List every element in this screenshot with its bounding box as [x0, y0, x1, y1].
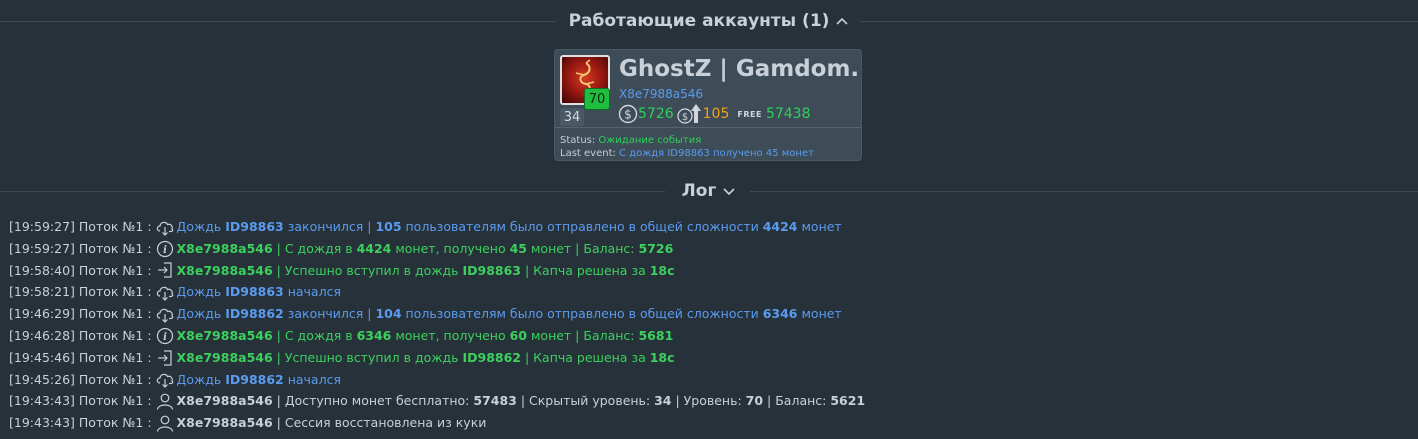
cloud-icon: [155, 305, 175, 323]
log-list: [19:59:27] Поток №1 : Дождь ID98863 законч…: [9, 216, 865, 434]
svg-text:i: i: [163, 332, 167, 343]
log-entry: [19:58:21] Поток №1 : Дождь ID98863 началс…: [9, 281, 865, 303]
coin-up-icon: $: [676, 104, 701, 124]
log-thread: Поток №1 :: [78, 327, 152, 343]
log-message: Дождь ID98862 закончился | 104 пользоват…: [176, 306, 842, 322]
last-event-label: Last event:: [560, 148, 616, 159]
divider: [0, 191, 665, 192]
log-thread: Поток №1 :: [78, 349, 152, 365]
info-icon: i: [155, 240, 175, 258]
coins-row: $ 5726 $ 105 FREE 57438: [618, 103, 810, 125]
log-entry: [19:45:46] Поток №1 : X8e7988a546 | Успешн…: [9, 347, 865, 369]
free-label: FREE: [737, 109, 762, 119]
log-timestamp: [19:43:43]: [9, 393, 75, 409]
log-timestamp: [19:45:26]: [9, 371, 75, 387]
log-entry: [19:46:28] Поток №1 : i X8e7988a546 | С дож…: [9, 325, 865, 347]
cloud-icon: [155, 283, 175, 302]
log-section-header[interactable]: Лог: [0, 180, 1418, 202]
log-timestamp: [19:46:28]: [9, 327, 75, 343]
account-id[interactable]: X8e7988a546: [619, 87, 703, 101]
last-event-value: С дождя ID98863 получено 45 монет: [619, 148, 814, 159]
log-thread: Поток №1 :: [78, 219, 152, 234]
enter-icon: [155, 261, 175, 279]
accounts-section-title: Работающие аккаунты (1): [568, 11, 830, 31]
log-timestamp: [19:45:46]: [9, 349, 75, 365]
log-entry: [19:58:40] Поток №1 : X8e7988a546 | Успешн…: [9, 260, 865, 282]
accounts-section-header[interactable]: Работающие аккаунты (1): [0, 10, 1418, 32]
status-value: Ожидание события: [598, 135, 702, 146]
svg-text:i: i: [163, 245, 167, 256]
account-name: GhostZ | Gamdom...: [619, 56, 859, 82]
free-coins-value: 57438: [765, 106, 811, 122]
bonus-value: 105: [702, 106, 730, 122]
cloud-icon: [155, 370, 175, 389]
level-badge: 70: [584, 88, 610, 110]
divider: [0, 21, 556, 22]
log-section-title: Лог: [681, 181, 717, 201]
svg-text:$: $: [681, 112, 687, 123]
log-timestamp: [19:43:43]: [9, 415, 75, 431]
log-thread: Поток №1 :: [78, 393, 152, 409]
status-block: Status: Ожидание события Last event: С д…: [560, 134, 814, 160]
log-timestamp: [19:58:21]: [9, 284, 75, 300]
log-thread: Поток №1 :: [78, 415, 152, 431]
cloud-icon: [155, 218, 175, 236]
log-message: Дождь ID98863 начался: [176, 284, 341, 300]
card-divider: [555, 127, 861, 128]
log-thread: Поток №1 :: [78, 262, 152, 278]
log-entry: [19:59:27] Поток №1 : i X8e7988a546 | С дож…: [9, 238, 865, 260]
balance-value: 5726: [638, 106, 674, 122]
log-message: X8e7988a546 | Сессия восстановлена из ку…: [176, 415, 487, 431]
log-entry: [19:43:43] Поток №1 : X8e7988a546 | Сессия…: [9, 412, 865, 434]
coin-icon: $: [618, 104, 638, 124]
log-message: Дождь ID98862 начался: [176, 371, 341, 387]
user-icon: [155, 414, 175, 432]
divider: [750, 191, 1418, 192]
user-icon: [155, 392, 175, 410]
log-entry: [19:46:29] Поток №1 : Дождь ID98862 законч…: [9, 303, 865, 325]
svg-text:$: $: [624, 108, 632, 122]
log-entry: [19:43:43] Поток №1 : X8e7988a546 | Доступ…: [9, 390, 865, 412]
status-label: Status:: [560, 135, 596, 146]
log-timestamp: [19:46:29]: [9, 306, 75, 322]
log-message: X8e7988a546 | Доступно монет бесплатно: …: [176, 393, 866, 409]
log-message: X8e7988a546 | С дождя в 4424 монет, полу…: [176, 240, 674, 256]
log-thread: Поток №1 :: [78, 371, 152, 387]
log-timestamp: [19:59:27]: [9, 219, 75, 234]
log-thread: Поток №1 :: [78, 306, 152, 322]
log-message: Дождь ID98863 закончился | 105 пользоват…: [176, 219, 842, 234]
chevron-down-icon[interactable]: [722, 184, 736, 198]
log-entry: [19:59:27] Поток №1 : Дождь ID98863 законч…: [9, 216, 865, 238]
log-timestamp: [19:59:27]: [9, 240, 75, 256]
log-entry: [19:45:26] Поток №1 : Дождь ID98862 началс…: [9, 369, 865, 391]
log-message: X8e7988a546 | Успешно вступил в дождь ID…: [176, 262, 675, 278]
log-thread: Поток №1 :: [78, 240, 152, 256]
log-timestamp: [19:58:40]: [9, 262, 75, 278]
account-card[interactable]: 70 34 GhostZ | Gamdom... X8e7988a546 $ 5…: [554, 49, 862, 161]
chevron-up-icon[interactable]: [835, 14, 849, 28]
log-message: X8e7988a546 | С дождя в 6346 монет, полу…: [176, 327, 674, 343]
enter-icon: [155, 349, 175, 367]
log-thread: Поток №1 :: [78, 284, 152, 300]
divider: [860, 21, 1418, 22]
hidden-level-badge: 34: [560, 108, 584, 126]
info-icon: i: [155, 327, 175, 345]
log-message: X8e7988a546 | Успешно вступил в дождь ID…: [176, 349, 675, 365]
